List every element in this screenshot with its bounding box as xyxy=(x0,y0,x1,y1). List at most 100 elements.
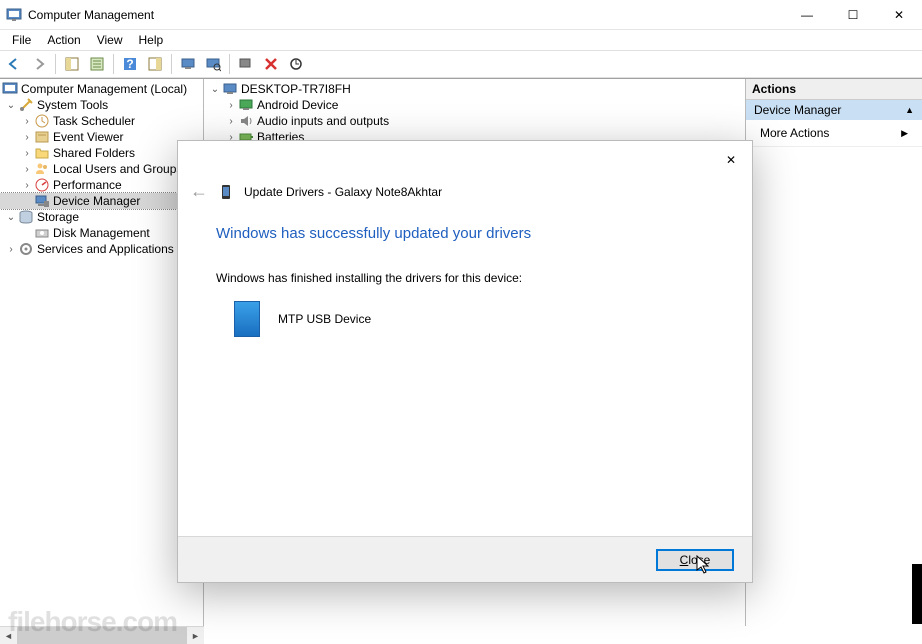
computer-mgmt-icon xyxy=(2,81,18,97)
minimize-button[interactable]: — xyxy=(784,0,830,30)
event-icon xyxy=(34,129,50,145)
tree-disk-management[interactable]: Disk Management xyxy=(0,225,203,241)
tree-label: Performance xyxy=(53,178,122,192)
close-button[interactable]: Close xyxy=(656,549,734,571)
update-driver-icon[interactable] xyxy=(284,52,308,76)
dialog-footer: Close xyxy=(178,536,752,582)
chevron-right-icon[interactable]: › xyxy=(20,146,34,160)
monitor-icon xyxy=(238,97,254,113)
app-icon xyxy=(6,7,22,23)
update-drivers-dialog: ✕ ← Update Drivers - Galaxy Note8Akhtar … xyxy=(177,140,753,583)
device-android[interactable]: › Android Device xyxy=(204,97,745,113)
dialog-title: Update Drivers - Galaxy Note8Akhtar xyxy=(244,185,442,199)
maximize-button[interactable]: ☐ xyxy=(830,0,876,30)
users-icon xyxy=(34,161,50,177)
chevron-down-icon[interactable]: ⌄ xyxy=(4,210,18,224)
device-root[interactable]: ⌄ DESKTOP-TR7I8FH xyxy=(204,81,745,97)
dialog-body: Windows has finished installing the driv… xyxy=(216,271,522,285)
menu-help[interactable]: Help xyxy=(131,31,172,49)
submenu-arrow-icon: ▶ xyxy=(901,128,908,139)
device-label: Android Device xyxy=(257,98,338,112)
tree-services[interactable]: › Services and Applications xyxy=(0,241,203,257)
scroll-left-button[interactable]: ◄ xyxy=(0,627,17,644)
device-root-label: DESKTOP-TR7I8FH xyxy=(241,82,351,96)
tree-event-viewer[interactable]: › Event Viewer xyxy=(0,129,203,145)
title-bar: Computer Management — ☐ ✕ xyxy=(0,0,922,30)
action-pane-button[interactable] xyxy=(143,52,167,76)
horizontal-scrollbar[interactable]: ◄ ► xyxy=(0,626,204,644)
tree-label: Storage xyxy=(37,210,79,224)
installed-device-row: MTP USB Device xyxy=(234,301,371,337)
chevron-right-icon[interactable]: › xyxy=(224,98,238,112)
dialog-close-button[interactable]: ✕ xyxy=(726,151,736,169)
console-tree[interactable]: Computer Management (Local) ⌄ System Too… xyxy=(0,79,204,626)
chevron-right-icon[interactable]: › xyxy=(20,178,34,192)
folder-icon xyxy=(34,145,50,161)
chevron-down-icon[interactable]: ⌄ xyxy=(208,82,222,96)
chevron-right-icon[interactable]: › xyxy=(224,114,238,128)
close-window-button[interactable]: ✕ xyxy=(876,0,922,30)
toolbar: ? xyxy=(0,50,922,78)
tree-local-users[interactable]: › Local Users and Groups xyxy=(0,161,203,177)
storage-icon xyxy=(18,209,34,225)
dialog-headline: Windows has successfully updated your dr… xyxy=(216,225,531,242)
tree-label: Disk Management xyxy=(53,226,150,240)
uninstall-icon[interactable] xyxy=(234,52,258,76)
forward-button[interactable] xyxy=(27,52,51,76)
device-label: Audio inputs and outputs xyxy=(257,114,389,128)
show-hide-tree-button[interactable] xyxy=(60,52,84,76)
menu-file[interactable]: File xyxy=(4,31,39,49)
tree-device-manager[interactable]: Device Manager xyxy=(0,193,203,209)
scroll-right-button[interactable]: ► xyxy=(187,627,204,644)
speaker-icon xyxy=(238,113,254,129)
actions-panel: Actions Device Manager ▲ More Actions ▶ xyxy=(746,79,922,626)
tree-storage[interactable]: ⌄ Storage xyxy=(0,209,203,225)
chevron-down-icon[interactable]: ⌄ xyxy=(4,98,18,112)
device-manager-icon xyxy=(34,193,50,209)
device-computer-icon[interactable] xyxy=(176,52,200,76)
chevron-right-icon[interactable]: › xyxy=(4,242,18,256)
tree-performance[interactable]: › Performance xyxy=(0,177,203,193)
menu-bar: File Action View Help xyxy=(0,30,922,50)
tree-label: System Tools xyxy=(37,98,108,112)
properties-button[interactable] xyxy=(85,52,109,76)
svg-text:?: ? xyxy=(126,57,133,71)
disable-icon[interactable] xyxy=(259,52,283,76)
tree-root[interactable]: Computer Management (Local) xyxy=(0,81,203,97)
services-icon xyxy=(18,241,34,257)
back-button[interactable] xyxy=(2,52,26,76)
computer-icon xyxy=(222,81,238,97)
menu-action[interactable]: Action xyxy=(39,31,88,49)
actions-section-header[interactable]: Device Manager ▲ xyxy=(746,100,922,120)
scan-hardware-icon[interactable] xyxy=(201,52,225,76)
tree-label: Services and Applications xyxy=(37,242,174,256)
menu-view[interactable]: View xyxy=(89,31,131,49)
actions-section-label: Device Manager xyxy=(754,103,841,117)
window-controls: — ☐ ✕ xyxy=(784,0,922,30)
chevron-right-icon[interactable]: › xyxy=(20,162,34,176)
clock-icon xyxy=(34,113,50,129)
tree-label: Device Manager xyxy=(53,194,140,208)
decorative-bar xyxy=(912,564,922,624)
chevron-right-icon[interactable]: › xyxy=(20,130,34,144)
tree-label: Local Users and Groups xyxy=(53,162,182,176)
tree-shared-folders[interactable]: › Shared Folders xyxy=(0,145,203,161)
chevron-right-icon[interactable]: › xyxy=(20,114,34,128)
window-title: Computer Management xyxy=(28,8,784,22)
help-button[interactable]: ? xyxy=(118,52,142,76)
tree-label: Event Viewer xyxy=(53,130,123,144)
tree-system-tools[interactable]: ⌄ System Tools xyxy=(0,97,203,113)
disk-icon xyxy=(34,225,50,241)
actions-item-label: More Actions xyxy=(760,126,829,140)
tree-label: Shared Folders xyxy=(53,146,135,160)
tools-icon xyxy=(18,97,34,113)
tree-root-label: Computer Management (Local) xyxy=(21,82,187,96)
tree-task-scheduler[interactable]: › Task Scheduler xyxy=(0,113,203,129)
collapse-arrow-icon: ▲ xyxy=(905,105,914,115)
more-actions-item[interactable]: More Actions ▶ xyxy=(746,120,922,147)
tree-label: Task Scheduler xyxy=(53,114,135,128)
dialog-header: ← Update Drivers - Galaxy Note8Akhtar xyxy=(190,181,442,202)
device-audio[interactable]: › Audio inputs and outputs xyxy=(204,113,745,129)
back-arrow-icon[interactable]: ← xyxy=(190,181,208,202)
scroll-thumb[interactable] xyxy=(17,627,187,644)
